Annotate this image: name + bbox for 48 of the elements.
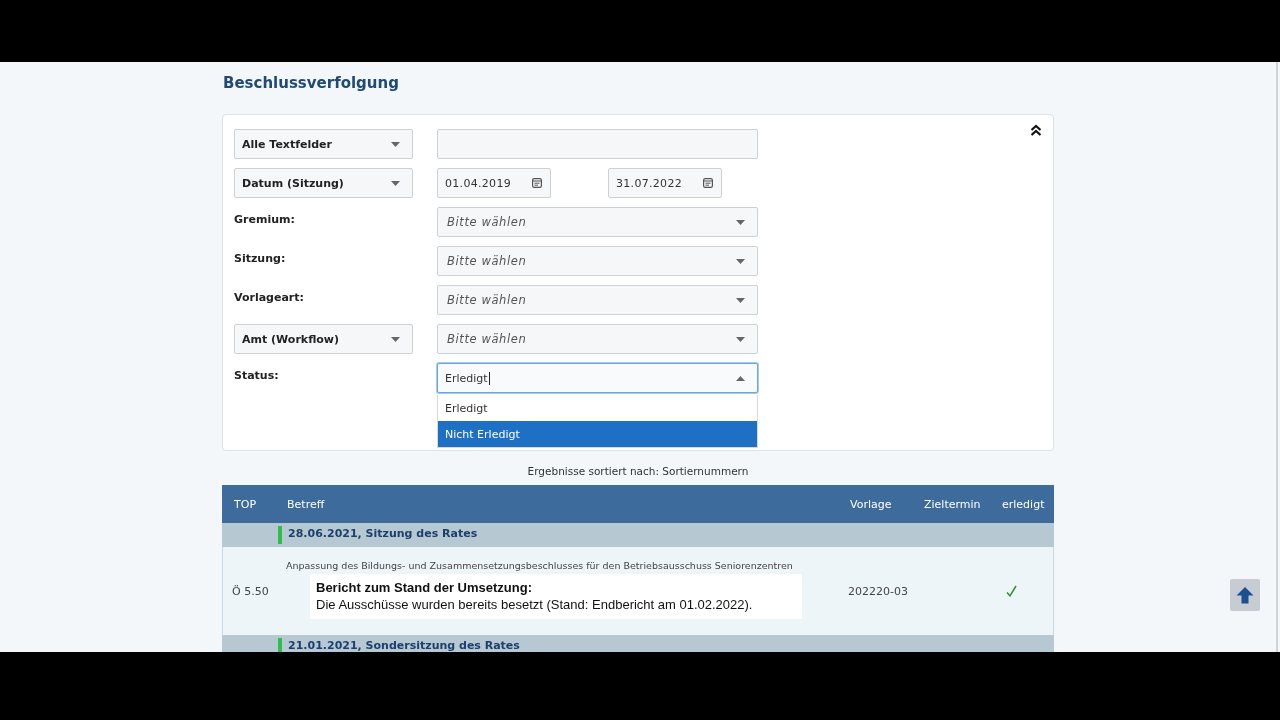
text-cursor <box>488 371 490 385</box>
sort-note: Ergebnisse sortiert nach: Sortiernummern <box>526 465 750 478</box>
column-header: Vorlage <box>849 497 893 511</box>
caret-down-icon <box>391 180 400 186</box>
search-field[interactable] <box>437 129 758 159</box>
column-header: Zieltermin <box>923 497 982 511</box>
caret-down-icon <box>736 336 745 342</box>
field-label: Sitzung: <box>234 251 287 265</box>
caret-down-icon <box>391 141 400 147</box>
group-title: 28.06.2021, Sitzung des Rates <box>288 527 478 541</box>
double-chevron-up-icon[interactable] <box>1030 124 1042 136</box>
dropdown-option[interactable]: Erledigt <box>438 395 757 421</box>
page-title: Beschlussverfolgung <box>223 73 400 93</box>
select-field[interactable]: Bitte wählen <box>437 285 758 315</box>
column-header: Betreff <box>286 497 326 511</box>
column-header: TOP <box>233 497 257 511</box>
scroll-to-top-button[interactable] <box>1230 579 1260 611</box>
dropdown-option[interactable]: Nicht Erledigt <box>438 421 757 447</box>
combobox-field[interactable]: Erledigt <box>437 363 758 393</box>
field-label: Vorlageart: <box>234 290 305 304</box>
field-type-select[interactable]: Amt (Workflow) <box>234 324 413 354</box>
select-field[interactable]: Bitte wählen <box>437 324 758 354</box>
report-text: Die Ausschüsse wurden bereits besetzt (Stand: Endbericht am 01.02.2022). <box>316 596 754 613</box>
select-field[interactable]: Bitte wählen <box>437 207 758 237</box>
calendar-icon <box>532 178 542 188</box>
scrollbar[interactable] <box>1276 62 1278 652</box>
table-cell-text: 202220-03 <box>847 584 909 598</box>
caret-down-icon <box>391 336 400 342</box>
subject-text: Anpassung des Bildungs- und Zusammensetzungsbeschlusses für den Betriebsausschuss Seniorenzentren <box>286 559 794 572</box>
report-title: Bericht zum Stand der Umsetzung: <box>316 580 533 597</box>
date-field[interactable]: 01.04.2019 <box>437 168 551 198</box>
date-field[interactable]: 31.07.2022 <box>608 168 722 198</box>
group-marker-icon <box>278 638 282 652</box>
group-title: 21.01.2021, Sondersitzung des Rates <box>288 639 520 652</box>
field-type-select[interactable]: Datum (Sitzung) <box>234 168 413 198</box>
field-label: Status: <box>234 368 280 382</box>
caret-down-icon <box>736 258 745 264</box>
select-field[interactable]: Bitte wählen <box>437 246 758 276</box>
caret-down-icon <box>736 297 745 303</box>
arrow-up-icon <box>1236 586 1254 604</box>
caret-down-icon <box>736 219 745 225</box>
table-cell-text: Ö 5.50 <box>231 584 270 598</box>
field-label: Gremium: <box>234 212 296 226</box>
calendar-icon <box>703 178 713 188</box>
group-marker-icon <box>278 526 282 544</box>
column-header: erledigt <box>1001 497 1046 511</box>
field-type-select[interactable]: Alle Textfelder <box>234 129 413 159</box>
caret-up-icon <box>736 375 745 381</box>
